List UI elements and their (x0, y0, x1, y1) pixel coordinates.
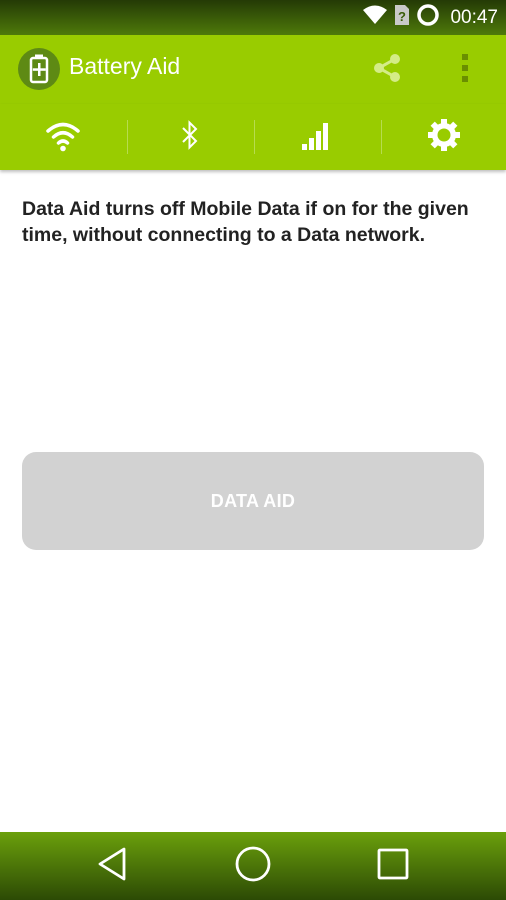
home-button[interactable] (223, 842, 283, 890)
settings-gear-icon (426, 117, 462, 158)
app-title: Battery Aid (69, 53, 181, 79)
wifi-signal-icon (362, 5, 388, 30)
data-aid-description: Data Aid turns off Mobile Data if on for… (22, 198, 469, 246)
wifi-icon (45, 118, 81, 157)
share-icon (370, 51, 404, 90)
tab-wifi[interactable] (0, 104, 126, 170)
sim-unknown-icon: ? (394, 4, 410, 31)
home-icon (234, 845, 272, 888)
tab-settings[interactable] (381, 104, 506, 170)
overflow-menu-button[interactable] (444, 50, 486, 90)
sim-unknown-glyph: ? (398, 9, 406, 24)
mobile-signal-icon (300, 118, 334, 157)
data-aid-button[interactable]: DATA AID (22, 452, 484, 550)
status-bar: ? 00:47 (0, 0, 506, 35)
navigation-bar (0, 832, 506, 900)
app-bar: Battery Aid (0, 35, 506, 104)
overflow-menu-icon (460, 52, 470, 89)
status-time: 00:47 (450, 6, 498, 28)
battery-plus-icon (18, 48, 60, 90)
recents-icon (376, 847, 410, 886)
back-button[interactable] (82, 842, 142, 890)
status-icons: ? 00:47 (362, 0, 498, 35)
recents-button[interactable] (363, 842, 423, 890)
battery-ring-icon (416, 3, 440, 32)
tab-mobile-data[interactable] (254, 104, 380, 170)
bluetooth-icon (179, 118, 201, 157)
tab-bluetooth[interactable] (127, 104, 253, 170)
toggle-bar (0, 104, 506, 170)
share-button[interactable] (366, 50, 408, 90)
back-icon (96, 846, 128, 887)
